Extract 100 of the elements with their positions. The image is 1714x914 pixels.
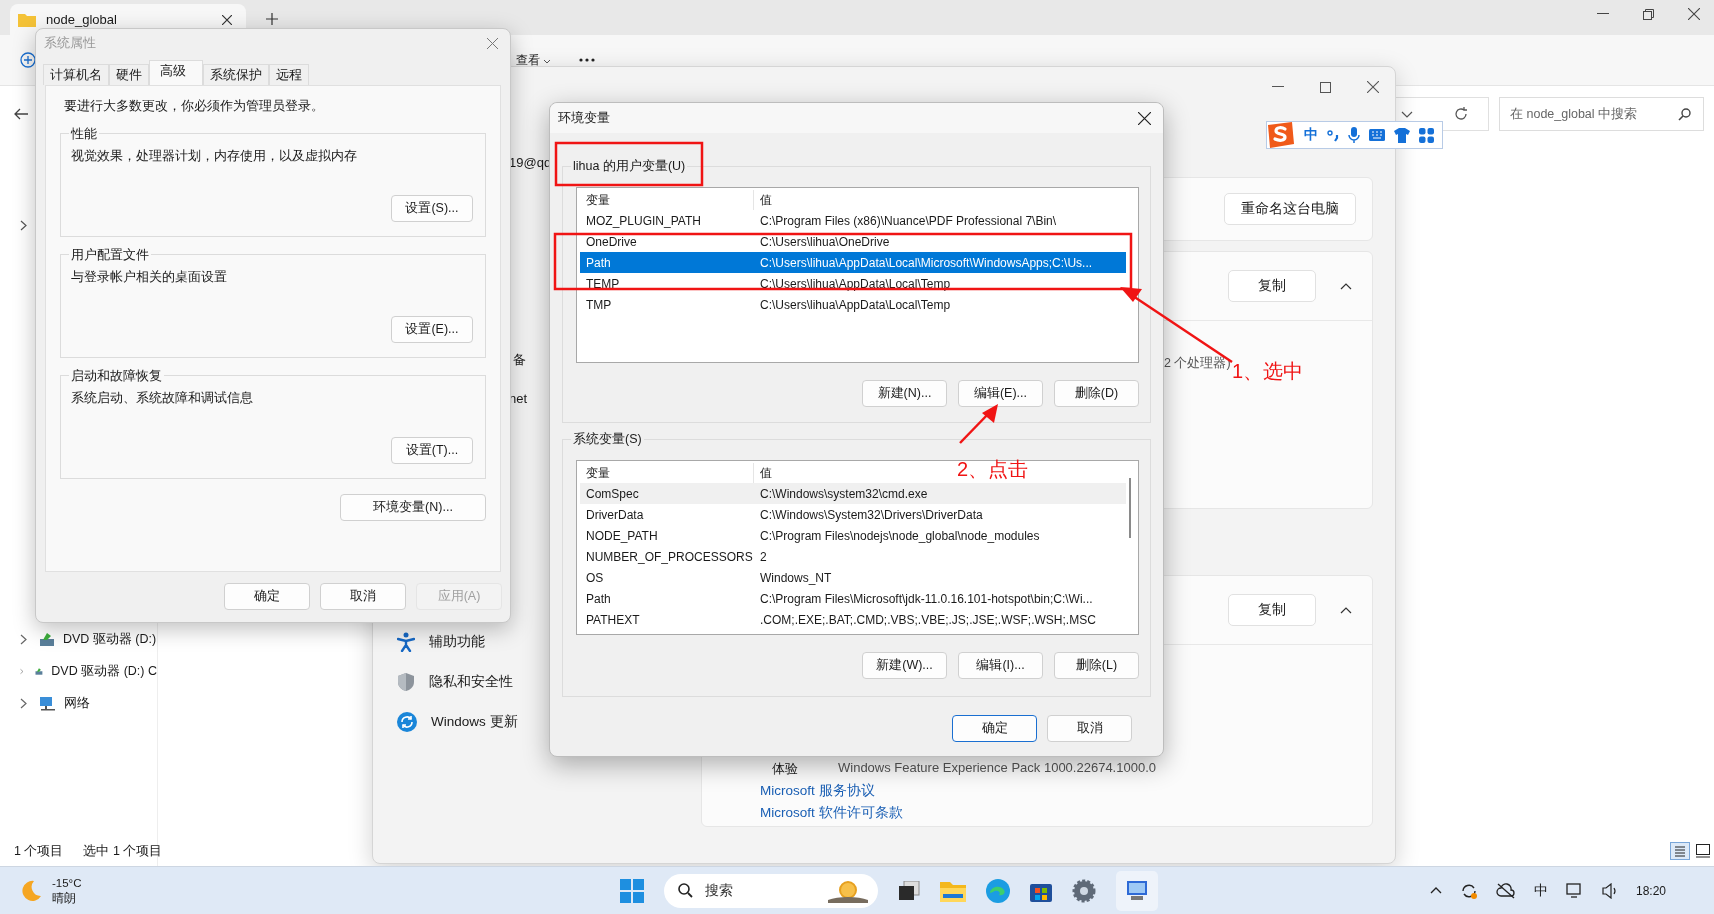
cloud-off-icon[interactable] (1495, 882, 1516, 899)
chevron-up-icon[interactable] (1429, 887, 1442, 894)
close-icon[interactable] (222, 14, 232, 25)
list-action-button[interactable]: 删除(D) (1054, 380, 1139, 407)
shield-icon (397, 672, 415, 692)
variable-row[interactable]: NUMBER_OF_PROCESSORS 2 (580, 546, 1126, 567)
chevron-up-icon[interactable] (1340, 282, 1352, 290)
variable-row[interactable]: PATHEXT .COM;.EXE;.BAT;.CMD;.VBS;.VBE;.JS;.JSE;.WSF;.WSH;.MSC (580, 609, 1126, 630)
variable-row[interactable]: Path C:\Program Files\Microsoft\jdk-11.0.16.101-hotspot\bin;C:\Wi... (580, 588, 1126, 609)
settings-icon[interactable] (1072, 878, 1096, 903)
variable-row[interactable]: TMP C:\Users\lihua\AppData\Local\Temp (580, 294, 1126, 315)
dialog-button[interactable]: 确定 (224, 583, 310, 610)
dialog-button[interactable]: 取消 (320, 583, 406, 610)
input-method-indicator[interactable]: 中 (1533, 881, 1548, 900)
list-action-button[interactable]: 新建(W)... (862, 652, 947, 679)
minimize-icon[interactable] (1272, 86, 1284, 88)
column-header[interactable]: 值 (754, 464, 772, 482)
nav-tree-item[interactable]: DVD 驱动器 (D:) (14, 623, 157, 655)
notice-text: 要进行大多数更改，你必须作为管理员登录。 (63, 98, 325, 115)
more-icon[interactable] (579, 58, 596, 62)
nav-tree-item[interactable]: DVD 驱动器 (D:) C (14, 655, 157, 687)
variable-row[interactable]: DriverData C:\Windows\System32\Drivers\DriverData (580, 504, 1126, 525)
settings-button[interactable]: 设置(E)... (391, 316, 473, 343)
task-view-icon[interactable] (898, 880, 920, 901)
variable-row[interactable]: OS Windows_NT (580, 567, 1126, 588)
clock-time[interactable]: 18:20 (1635, 883, 1666, 898)
variable-row[interactable]: Path C:\Users\lihua\AppData\Local\Microsoft\WindowsApps;C:\Us... (580, 252, 1126, 273)
variable-row[interactable]: NODE_PATH C:\Program Files\nodejs\node_global\node_modules (580, 525, 1126, 546)
refresh-icon[interactable] (1453, 107, 1468, 121)
scrollbar-thumb[interactable] (1129, 478, 1131, 538)
spec-value: Windows Feature Experience Pack 1000.22674.1000.0 (838, 760, 1156, 777)
maximize-icon[interactable] (1320, 81, 1331, 93)
list-action-button[interactable]: 删除(L) (1054, 652, 1139, 679)
search-field[interactable]: 在 node_global 中搜索 (1499, 97, 1704, 131)
microphone-icon[interactable] (1348, 127, 1360, 143)
volume-icon[interactable] (1601, 882, 1618, 899)
list-action-button[interactable]: 编辑(E)... (958, 380, 1043, 407)
ime-mode-toggle[interactable]: 中 (1304, 126, 1318, 144)
group-description: 系统启动、系统故障和调试信息 (71, 390, 254, 407)
ime-logo-icon[interactable] (1265, 121, 1295, 149)
new-tab-icon[interactable] (266, 13, 278, 25)
list-action-button[interactable]: 编辑(I)... (958, 652, 1043, 679)
license-link[interactable]: Microsoft 服务协议 (702, 782, 1372, 800)
start-icon[interactable] (620, 878, 644, 903)
back-arrow-icon[interactable] (14, 108, 28, 120)
annotation-text: 1、选中 (1232, 359, 1304, 384)
tab[interactable]: 计算机名 (43, 64, 109, 85)
rename-button[interactable]: 重命名这台电脑 (1224, 193, 1356, 225)
minimize-icon[interactable] (1597, 13, 1609, 15)
column-header[interactable]: 变量 (580, 190, 754, 210)
update-icon (397, 712, 417, 732)
tab[interactable]: 系统保护 (203, 64, 269, 85)
folder-icon[interactable] (940, 879, 966, 902)
license-link[interactable]: Microsoft 软件许可条款 (702, 804, 1372, 822)
taskbar-search-field[interactable]: 搜索 (664, 873, 878, 908)
close-icon[interactable] (1367, 81, 1379, 93)
variable-row[interactable]: TEMP C:\Users\lihua\AppData\Local\Temp (580, 273, 1126, 294)
tiles-view-icon[interactable] (1696, 844, 1710, 858)
apps-grid-icon[interactable] (1419, 127, 1434, 143)
close-icon[interactable] (1138, 111, 1151, 125)
variable-row[interactable]: ComSpec C:\Windows\system32\cmd.exe (580, 483, 1126, 504)
taskbar-app-button[interactable] (1116, 870, 1158, 911)
nav-label: 备 (513, 351, 526, 369)
column-header[interactable]: 值 (754, 191, 772, 209)
weather-widget[interactable]: -15°C 晴朗 (0, 875, 220, 906)
group-legend: 系统变量(S) (571, 431, 644, 448)
punctuation-icon[interactable] (1327, 128, 1339, 142)
chevron-down-icon[interactable] (543, 58, 552, 64)
group-description: 与登录帐户相关的桌面设置 (71, 269, 228, 286)
group-description: 视觉效果，处理器计划，内存使用，以及虚拟内存 (71, 148, 358, 165)
settings-button[interactable]: 设置(S)... (391, 195, 473, 222)
annotation-arrow (959, 404, 998, 444)
close-icon[interactable] (1688, 8, 1700, 20)
chevron-right-icon[interactable] (20, 220, 27, 231)
chevron-down-icon[interactable] (1400, 110, 1413, 118)
shirt-icon[interactable] (1394, 127, 1410, 143)
tab[interactable]: 硬件 (109, 64, 149, 85)
weather-condition: 晴朗 (52, 890, 77, 906)
details-view-icon[interactable] (1670, 842, 1690, 860)
variable-row[interactable]: MOZ_PLUGIN_PATH C:\Program Files (x86)\Nuance\PDF Professional 7\Bin\ (580, 210, 1126, 231)
chevron-right-icon[interactable] (20, 633, 27, 645)
copy-button[interactable]: 复制 (1228, 594, 1316, 626)
settings-button[interactable]: 设置(T)... (391, 437, 473, 464)
chevron-up-icon[interactable] (1340, 606, 1352, 614)
group-legend: 性能 (69, 126, 99, 143)
environment-variables-button[interactable]: 环境变量(N)... (340, 494, 486, 521)
tab[interactable]: 远程 (269, 64, 309, 85)
folder-icon (18, 12, 36, 27)
add-icon[interactable] (20, 52, 36, 68)
dialog-button[interactable]: 确定 (952, 715, 1037, 742)
view-menu[interactable]: 查看 (516, 51, 552, 69)
copy-button[interactable]: 复制 (1228, 270, 1316, 302)
variable-row[interactable]: OneDrive C:\Users\lihua\OneDrive (580, 231, 1126, 252)
chevron-right-icon[interactable] (20, 697, 27, 709)
nav-tree-item[interactable]: 网络 (14, 687, 157, 719)
dialog-button[interactable]: 取消 (1047, 715, 1132, 742)
list-action-button[interactable]: 新建(N)... (862, 380, 947, 407)
group-legend: 用户配置文件 (69, 247, 151, 264)
tab[interactable]: 高级 (149, 60, 203, 85)
restore-icon[interactable] (1643, 8, 1654, 20)
